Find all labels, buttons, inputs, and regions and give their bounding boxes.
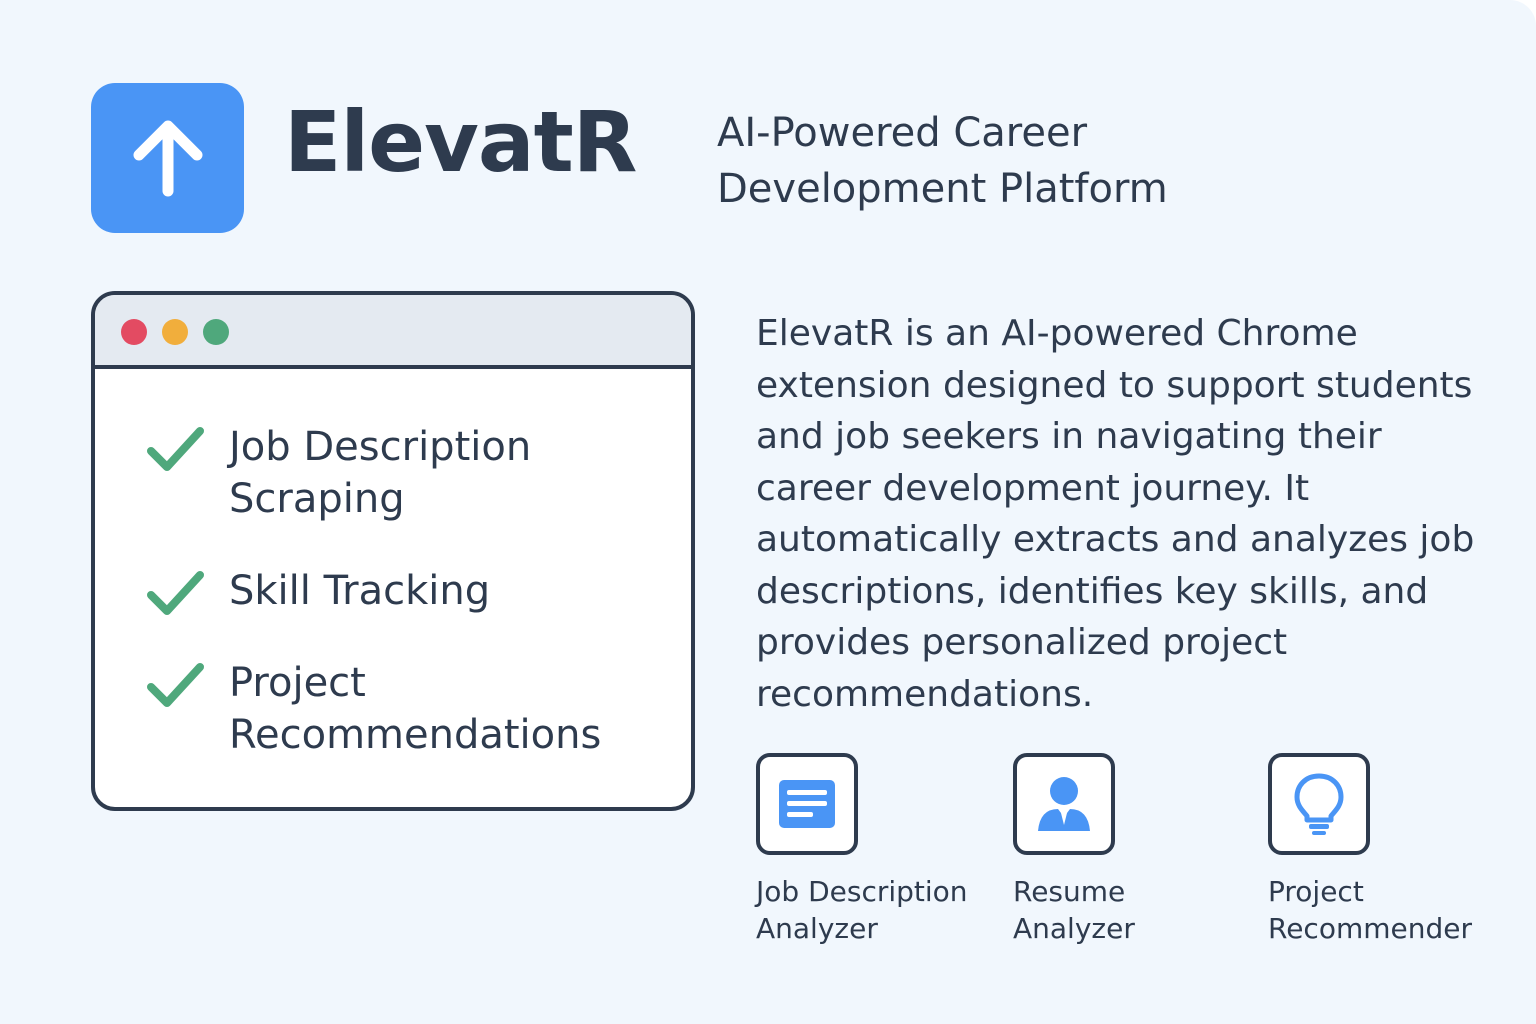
tool-label: Job Description Analyzer — [756, 875, 968, 945]
feature-item: Skill Tracking — [145, 565, 490, 621]
tool-job-description-analyzer: Job Description Analyzer — [756, 753, 996, 947]
user-icon — [1038, 777, 1090, 831]
document-icon — [779, 780, 835, 828]
tool-label: Project Recommender — [1268, 875, 1472, 945]
brand-name: ElevatR — [284, 93, 637, 191]
arrow-up-icon — [133, 120, 202, 197]
lightbulb-icon — [1294, 773, 1344, 835]
maximize-dot — [203, 319, 229, 345]
description: ElevatR is an AI-powered Chrome extensio… — [756, 313, 1475, 715]
check-icon — [147, 571, 204, 615]
feature-label: Job Description Scraping — [229, 424, 532, 522]
close-dot — [121, 319, 147, 345]
feature-item: Job Description Scraping — [145, 421, 589, 525]
tool-icon-box — [756, 753, 858, 855]
browser-window: Job Description Scraping Skill Tracking … — [91, 291, 695, 811]
window-title-bar — [95, 295, 691, 369]
logo — [91, 83, 244, 233]
feature-item: Project Recommendations — [145, 657, 649, 761]
minimize-dot — [162, 319, 188, 345]
tool-project-recommender: Project Recommender — [1268, 753, 1508, 947]
check-icon — [147, 427, 204, 471]
tool-icon-box — [1268, 753, 1370, 855]
feature-card: ElevatR AI-Powered Career Development Pl… — [0, 0, 1536, 1024]
feature-label: Project Recommendations — [229, 660, 602, 758]
tool-resume-analyzer: Resume Analyzer — [1013, 753, 1253, 947]
feature-label: Skill Tracking — [229, 568, 491, 614]
tool-icon-box — [1013, 753, 1115, 855]
tool-label: Resume Analyzer — [1013, 875, 1135, 945]
check-icon — [147, 663, 204, 707]
tagline: AI-Powered Career Development Platform — [717, 110, 1168, 212]
